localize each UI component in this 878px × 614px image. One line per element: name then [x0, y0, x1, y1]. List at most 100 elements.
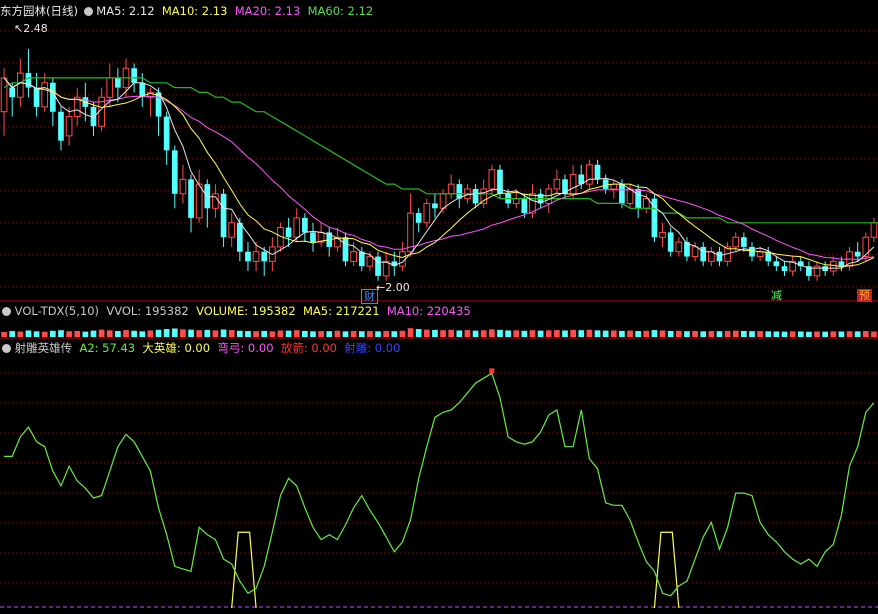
volume-bar	[188, 329, 194, 337]
candle-up	[407, 212, 414, 253]
legend-hero: 大英雄: 0.00	[142, 341, 211, 355]
candle-up	[0, 77, 8, 113]
candle-down	[456, 184, 463, 199]
candle-down	[375, 256, 381, 276]
volume-bar	[594, 330, 601, 337]
candle-up	[545, 188, 553, 204]
candle-up	[212, 193, 219, 209]
volume-bar	[423, 329, 430, 337]
candle-down	[302, 217, 308, 233]
volume-bar	[570, 329, 576, 337]
candle-down	[667, 232, 674, 252]
volume-bar	[537, 330, 544, 337]
volume-bar	[342, 331, 349, 337]
stock-title[interactable]: 东方园林(日线)	[0, 4, 78, 18]
candle-up	[179, 178, 187, 195]
volume-bar	[399, 330, 406, 337]
candle-down	[115, 77, 121, 88]
volume-bar	[139, 331, 146, 337]
volume-bar	[635, 331, 642, 337]
volume-bar	[269, 331, 276, 337]
arrow-icon: ↖	[14, 22, 24, 35]
candle-down	[838, 261, 845, 267]
candle-up	[16, 72, 24, 98]
volume-bar	[155, 329, 162, 337]
volume-bar	[472, 330, 479, 337]
volume-bar	[293, 330, 300, 337]
volume-bar	[17, 331, 24, 337]
volume-bar	[245, 331, 251, 337]
volume-bar	[82, 331, 89, 337]
volume-bar	[350, 330, 357, 337]
volume-bar	[464, 330, 471, 337]
volume-bar	[586, 329, 593, 337]
candle-down	[619, 184, 625, 204]
volume-bar	[163, 329, 170, 337]
legend-indicator-name[interactable]: 射雕英雄传	[15, 341, 73, 355]
candle-up	[195, 183, 203, 219]
volume-bar	[204, 329, 211, 337]
candle-down	[635, 188, 642, 209]
gear-icon[interactable]	[83, 7, 93, 16]
volume-bar	[822, 331, 829, 337]
volume-bar	[789, 331, 796, 337]
volume-bar	[220, 329, 227, 337]
candle-down	[594, 164, 601, 180]
volume-bar	[749, 331, 755, 337]
volume-bar	[9, 331, 16, 337]
volume-bar	[358, 331, 365, 337]
volume-bar	[619, 330, 625, 337]
panel2-legend: VOL-TDX(5,10) VVOL: 195382 VOLUME: 19538…	[0, 302, 471, 320]
candle-up	[862, 236, 870, 258]
candle-up	[626, 188, 634, 204]
volume-bar	[488, 329, 495, 337]
candle-up	[870, 222, 878, 238]
volume-bar	[862, 331, 869, 337]
volume-bar	[830, 331, 837, 337]
volume-bar	[277, 330, 284, 337]
volume-bar	[667, 330, 674, 337]
volume-bar	[33, 331, 40, 337]
volume-bar	[651, 330, 658, 337]
marker-finance[interactable]: 财	[361, 289, 378, 304]
marker-reduce[interactable]: 减	[769, 289, 784, 302]
volume-bar	[407, 328, 414, 337]
candle-down	[245, 251, 251, 262]
volume-bar	[497, 329, 503, 337]
volume-bar	[724, 330, 731, 337]
panel1-legend: 东方园林(日线) MA5: 2.12 MA10: 2.13 MA20: 2.13…	[0, 2, 373, 20]
volume-bar	[814, 331, 820, 337]
candle-up	[586, 164, 593, 185]
legend-shoot: 射雕: 0.00	[344, 341, 401, 355]
volume-bar	[456, 330, 463, 337]
candle-up	[350, 251, 357, 262]
volume-bar	[700, 331, 707, 337]
volume-bar	[41, 331, 48, 337]
candle-up	[829, 260, 837, 272]
candle-up	[65, 116, 73, 137]
volume-bar	[302, 330, 308, 337]
candle-down	[521, 198, 528, 214]
candle-down	[773, 261, 780, 267]
candle-down	[415, 213, 422, 223]
volume-bar	[415, 329, 422, 337]
candle-down	[854, 251, 861, 257]
candle-down	[432, 203, 438, 209]
candle-up	[293, 217, 301, 238]
hero-signal-line	[231, 531, 257, 609]
candle-up	[106, 77, 114, 98]
volume-bar	[505, 330, 511, 337]
hero-signal-line	[653, 531, 680, 609]
volume-bar	[326, 331, 333, 337]
volume-bar	[25, 330, 32, 337]
legend-vol[interactable]: VOL-TDX(5,10)	[15, 304, 99, 318]
gear-icon[interactable]	[2, 307, 11, 316]
volume-bar	[212, 330, 219, 337]
legend-ma60: MA60: 2.12	[307, 4, 374, 18]
volume-bar	[310, 331, 316, 337]
marker-forecast[interactable]: 预	[857, 289, 872, 302]
gear-icon[interactable]	[2, 344, 11, 353]
legend-ma20: MA20: 2.13	[234, 4, 301, 18]
candle-up	[423, 202, 431, 224]
candle-up	[447, 183, 455, 195]
